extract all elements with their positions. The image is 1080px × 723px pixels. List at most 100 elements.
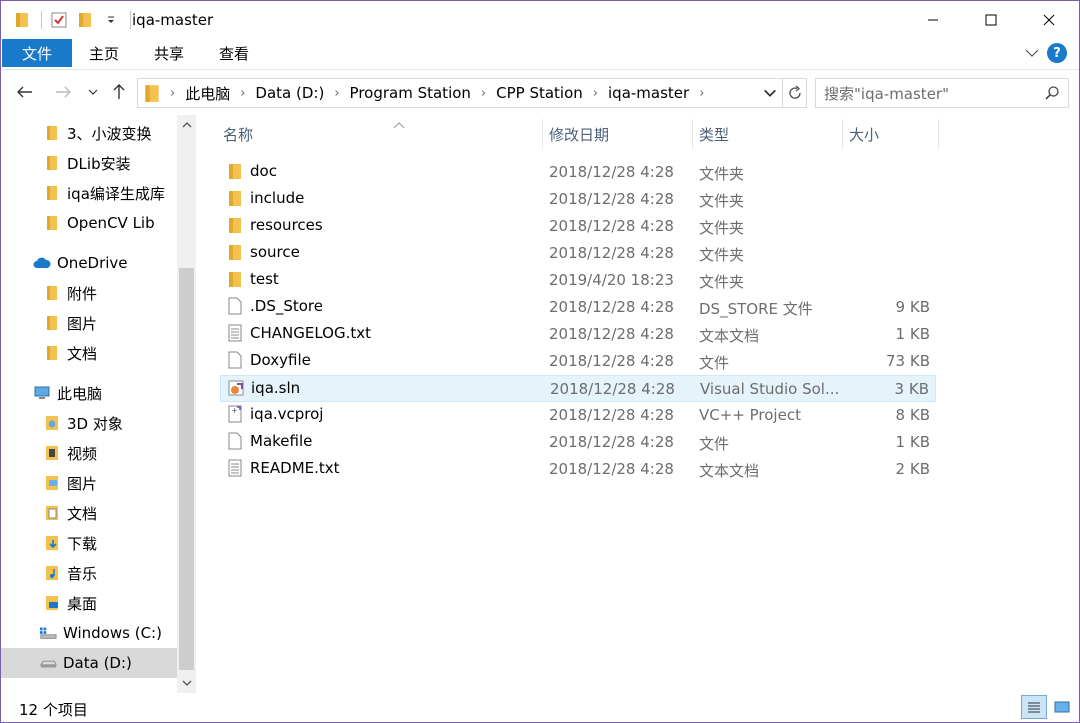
nav-item-desktop[interactable]: 桌面 (1, 588, 177, 618)
search-icon[interactable] (1044, 85, 1060, 101)
large-icons-view-button[interactable] (1049, 695, 1075, 719)
breadcrumb-this-pc[interactable]: 此电脑 (185, 83, 230, 104)
file-date: 2018/12/28 4:28 (549, 406, 674, 424)
nav-item-opencv[interactable]: OpenCV Lib (1, 208, 177, 238)
nav-item-videos[interactable]: 视频 (1, 438, 177, 468)
nav-item-label: 文档 (67, 344, 98, 363)
vs-solution-icon (227, 378, 245, 398)
nav-item-pictures[interactable]: 图片 (1, 468, 177, 498)
address-bar[interactable]: › 此电脑 › Data (D:) › Program Station › CP… (137, 78, 807, 108)
file-row-source[interactable]: source 2018/12/28 4:28 文件夹 (220, 240, 936, 267)
details-view-button[interactable] (1021, 695, 1047, 719)
file-row-changelog[interactable]: CHANGELOG.txt 2018/12/28 4:28 文本文档 1 KB (220, 321, 936, 348)
folder-icon (43, 214, 61, 232)
folder-icon (43, 344, 61, 362)
minimize-button[interactable] (904, 1, 962, 39)
file-type: Visual Studio Sol... (700, 380, 840, 398)
nav-item-label: DLib安装 (67, 154, 131, 173)
cloud-icon (33, 254, 51, 272)
breadcrumb-iqa-master[interactable]: iqa-master (608, 84, 689, 102)
scroll-down-button[interactable] (177, 673, 196, 693)
tab-home[interactable]: 主页 (79, 39, 129, 67)
file-row-include[interactable]: include 2018/12/28 4:28 文件夹 (220, 186, 936, 213)
qat-separator (41, 11, 42, 29)
column-header-date[interactable]: 修改日期 (543, 119, 693, 149)
file-row-doc[interactable]: doc 2018/12/28 4:28 文件夹 (220, 159, 936, 186)
file-row-iqa-sln[interactable]: iqa.sln 2018/12/28 4:28 Visual Studio So… (220, 375, 936, 402)
file-date: 2018/12/28 4:28 (549, 244, 674, 262)
nav-item-downloads[interactable]: 下载 (1, 528, 177, 558)
search-box[interactable]: 搜索"iqa-master" (815, 78, 1069, 108)
nav-item-onedrive-pictures[interactable]: 图片 (1, 308, 177, 338)
file-row-resources[interactable]: resources 2018/12/28 4:28 文件夹 (220, 213, 936, 240)
breadcrumb-separator[interactable]: › (170, 86, 175, 101)
breadcrumb-cpp-station[interactable]: CPP Station (496, 84, 583, 102)
nav-item-this-pc[interactable]: 此电脑 (1, 378, 177, 408)
properties-check-icon[interactable] (48, 9, 70, 31)
file-size: 8 KB (895, 406, 930, 424)
column-header-name[interactable]: 名称 (217, 119, 543, 149)
recent-locations-button[interactable] (83, 80, 103, 104)
file-name: resources (250, 216, 323, 234)
breadcrumb-separator[interactable]: › (334, 86, 339, 101)
maximize-button[interactable] (962, 1, 1020, 39)
nav-item-onedrive[interactable]: OneDrive (1, 248, 177, 278)
up-button[interactable] (107, 80, 131, 104)
file-row-readme[interactable]: README.txt 2018/12/28 4:28 文本文档 2 KB (220, 456, 936, 483)
nav-item-windows-c[interactable]: Windows (C:) (1, 618, 177, 648)
nav-item-3d-objects[interactable]: 3D 对象 (1, 408, 177, 438)
tab-share[interactable]: 共享 (144, 39, 194, 67)
back-button[interactable] (13, 80, 37, 104)
nav-item-dlib[interactable]: DLib安装 (1, 148, 177, 178)
explorer-window: iqa-master 文件 主页 共享 查看 ? › 此电脑 › Data (D… (0, 0, 1080, 723)
refresh-button[interactable] (782, 79, 806, 107)
tab-view[interactable]: 查看 (209, 39, 259, 67)
file-row-iqa-vcproj[interactable]: + iqa.vcproj 2018/12/28 4:28 VC++ Project… (220, 402, 936, 429)
file-date: 2018/12/28 4:28 (549, 298, 674, 316)
column-header-type[interactable]: 类型 (693, 119, 843, 149)
forward-button[interactable] (51, 80, 75, 104)
nav-item-label: 图片 (67, 474, 98, 493)
file-name: README.txt (250, 459, 340, 477)
nav-item-onedrive-documents[interactable]: 文档 (1, 338, 177, 368)
file-row-test[interactable]: test 2019/4/20 18:23 文件夹 (220, 267, 936, 294)
file-row-ds-store[interactable]: .DS_Store 2018/12/28 4:28 DS_STORE 文件 9 … (220, 294, 936, 321)
nav-item-iqa-build[interactable]: iqa编译生成库 (1, 178, 177, 208)
close-button[interactable] (1020, 1, 1078, 39)
nav-scrollbar[interactable] (177, 115, 196, 693)
quick-access-toolbar (11, 9, 137, 31)
help-button[interactable]: ? (1047, 43, 1067, 63)
breadcrumb-separator[interactable]: › (481, 86, 486, 101)
nav-item-label: 3、小波变换 (67, 124, 152, 143)
file-name: iqa.vcproj (250, 405, 324, 423)
refresh-icon (788, 85, 801, 99)
nav-item-label: OpenCV Lib (67, 214, 155, 232)
breadcrumb-separator[interactable]: › (240, 86, 245, 101)
nav-item-music[interactable]: 音乐 (1, 558, 177, 588)
scroll-up-button[interactable] (177, 115, 196, 135)
nav-item-label: Data (D:) (63, 654, 132, 672)
breadcrumb-data-d[interactable]: Data (D:) (255, 84, 324, 102)
file-row-makefile[interactable]: Makefile 2018/12/28 4:28 文件 1 KB (220, 429, 936, 456)
nav-item-wavelet[interactable]: 3、小波变换 (1, 118, 177, 148)
file-row-doxyfile[interactable]: Doxyfile 2018/12/28 4:28 文件 73 KB (220, 348, 936, 375)
nav-item-data-d[interactable]: Data (D:) (1, 648, 177, 678)
file-type: 文件 (699, 435, 730, 453)
chevron-down-icon (182, 680, 191, 686)
nav-item-documents[interactable]: 文档 (1, 498, 177, 528)
tab-file[interactable]: 文件 (2, 39, 72, 67)
customize-qat-chevron-icon[interactable] (100, 9, 122, 31)
breadcrumb-separator[interactable]: › (699, 86, 704, 101)
arrow-up-icon (113, 84, 125, 99)
expand-ribbon-button[interactable] (1023, 43, 1041, 63)
new-folder-icon[interactable] (74, 9, 96, 31)
file-type: 文件夹 (699, 192, 745, 210)
column-header-size[interactable]: 大小 (843, 119, 939, 149)
file-date: 2019/4/20 18:23 (549, 271, 674, 289)
video-folder-icon (43, 444, 61, 462)
breadcrumb-separator[interactable]: › (593, 86, 598, 101)
breadcrumb-program-station[interactable]: Program Station (350, 84, 471, 102)
scroll-thumb[interactable] (179, 268, 194, 670)
address-history-chevron-icon[interactable] (762, 85, 778, 101)
nav-item-attachments[interactable]: 附件 (1, 278, 177, 308)
